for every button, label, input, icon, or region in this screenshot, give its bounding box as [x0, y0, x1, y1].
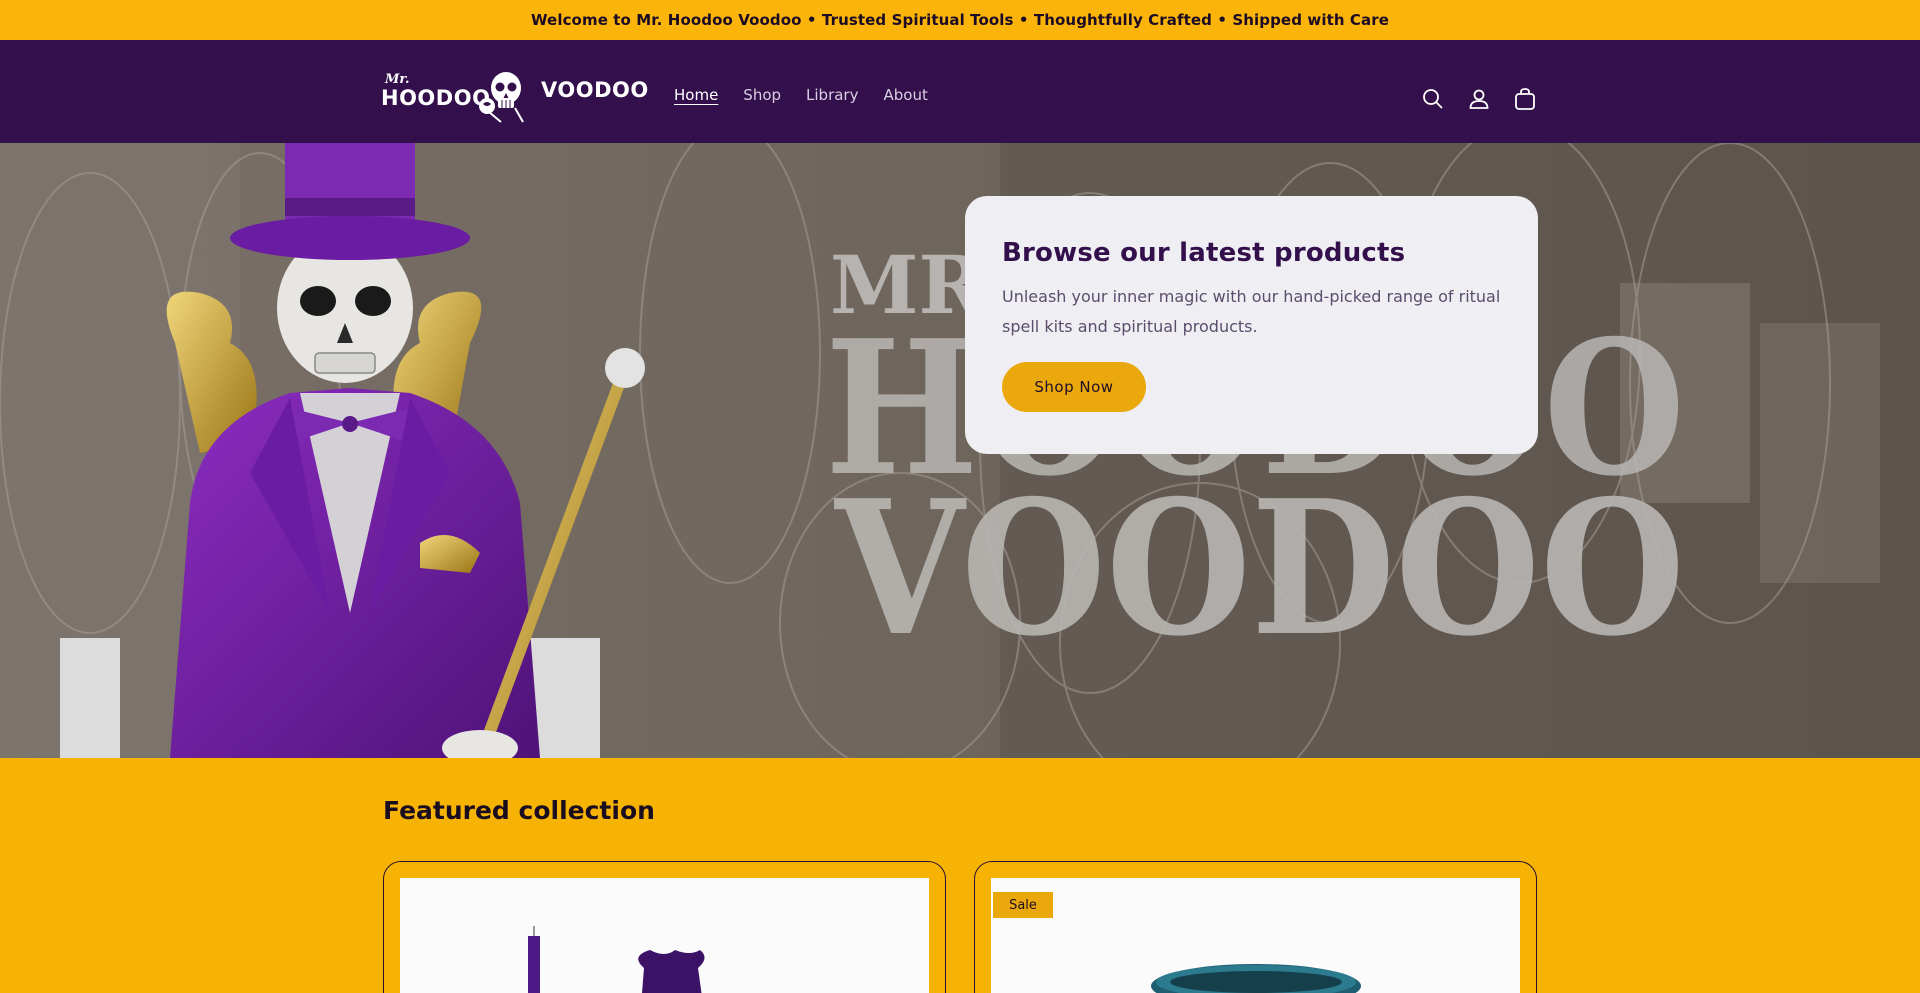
search-icon[interactable]	[1418, 84, 1448, 114]
announcement-text: Welcome to Mr. Hoodoo Voodoo • Trusted S…	[530, 11, 1390, 29]
product-image[interactable]	[400, 878, 929, 993]
product-image[interactable]	[991, 878, 1520, 993]
candle-product-image	[528, 926, 705, 993]
site-header: Mr. HOODOO VOODOO Home Shop Library Abou…	[0, 40, 1920, 143]
nav-about[interactable]: About	[883, 86, 927, 104]
hero-title: Browse our latest products	[1002, 238, 1406, 268]
hero-banner: MR. HOODOO VOODOO Br	[0, 143, 1920, 758]
nav-shop[interactable]: Shop	[743, 86, 781, 104]
product-card[interactable]	[383, 861, 946, 993]
hero-description: Unleash your inner magic with our hand-p…	[1002, 287, 1501, 336]
hero-content-box: Browse our latest products Unleash your …	[965, 196, 1538, 454]
logo-voodoo-text: VOODOO	[541, 78, 649, 102]
main-nav: Home Shop Library About	[674, 86, 953, 104]
skull-logo-icon	[479, 72, 524, 123]
hero-bg-text-voodoo: VOODOO	[833, 459, 1685, 677]
header-icons	[1418, 84, 1556, 114]
site-logo[interactable]: Mr. HOODOO VOODOO	[381, 66, 648, 126]
bowl-product-image	[1151, 964, 1361, 993]
logo-mr-text: Mr.	[385, 72, 410, 87]
nav-library[interactable]: Library	[806, 86, 858, 104]
sale-badge: Sale	[993, 892, 1053, 918]
logo-hoodoo-text: HOODOO	[381, 86, 491, 110]
hero-background-image: MR. HOODOO VOODOO	[0, 143, 1920, 758]
product-card[interactable]: Sale	[974, 861, 1537, 993]
cart-icon[interactable]	[1510, 84, 1540, 114]
featured-collection-section: Featured collection Sale	[0, 758, 1920, 993]
featured-title: Featured collection	[383, 796, 655, 825]
nav-home[interactable]: Home	[674, 86, 718, 104]
announcement-bar: Welcome to Mr. Hoodoo Voodoo • Trusted S…	[0, 0, 1920, 40]
shop-now-button[interactable]: Shop Now	[1002, 362, 1146, 412]
account-icon[interactable]	[1464, 84, 1494, 114]
